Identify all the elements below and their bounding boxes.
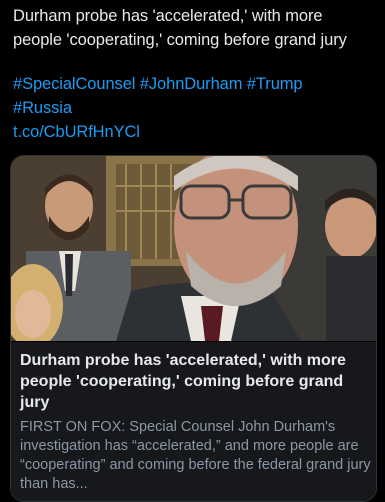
tweet-headline: Durham probe has 'accelerated,' with mor… — [13, 7, 347, 49]
card-image-photo — [11, 156, 376, 341]
card-description: FIRST ON FOX: Special Counsel John Durha… — [20, 419, 371, 492]
hashtag-russia[interactable]: #Russia — [13, 99, 72, 117]
card-image — [11, 156, 376, 341]
tweet-text: Durham probe has 'accelerated,' with mor… — [13, 4, 375, 144]
hashtag-special-counsel[interactable]: #SpecialCounsel — [13, 75, 135, 93]
hashtag-trump[interactable]: #Trump — [247, 75, 303, 93]
tweet-hashtags: #SpecialCounsel #JohnDurham #Trump #Russ… — [13, 72, 375, 144]
hashtag-john-durham[interactable]: #JohnDurham — [140, 75, 243, 93]
tweet-link[interactable]: t.co/CbURfHnYCl — [13, 123, 140, 141]
card-title: Durham probe has 'accelerated,' with mor… — [20, 352, 346, 411]
card-body: Durham probe has 'accelerated,' with mor… — [11, 342, 376, 501]
link-preview-card[interactable]: Durham probe has 'accelerated,' with mor… — [10, 155, 377, 502]
